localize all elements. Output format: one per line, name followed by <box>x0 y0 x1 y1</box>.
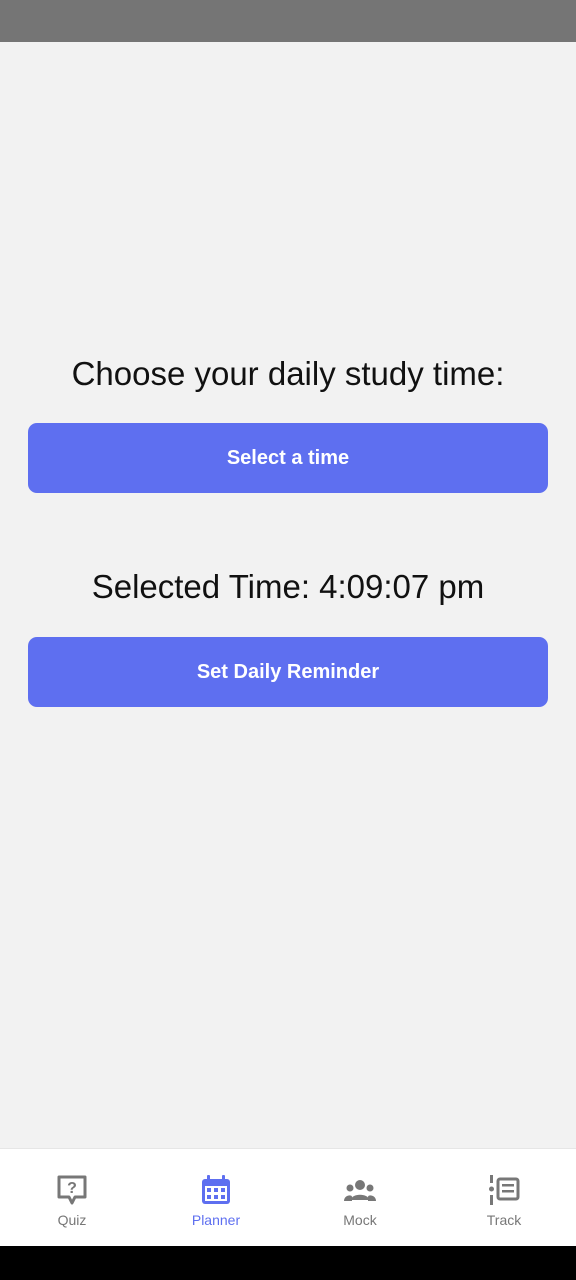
bottom-navigation: ? Quiz Planner Mock Track <box>0 1148 576 1246</box>
main-content: Choose your daily study time: Select a t… <box>0 42 576 1148</box>
quiz-icon: ? <box>57 1175 87 1205</box>
nav-item-quiz[interactable]: ? Quiz <box>0 1149 144 1247</box>
system-navigation-bar <box>0 1246 576 1280</box>
selected-time-label: Selected Time: 4:09:07 pm <box>91 568 485 605</box>
nav-label-mock: Mock <box>343 1212 377 1228</box>
nav-item-planner[interactable]: Planner <box>144 1149 288 1247</box>
nav-label-track: Track <box>486 1212 522 1228</box>
study-time-prompt: Choose your daily study time: <box>71 355 505 392</box>
nav-item-track[interactable]: Track <box>432 1149 576 1247</box>
set-reminder-button[interactable]: Set Daily Reminder <box>28 637 548 707</box>
group-icon <box>344 1180 376 1201</box>
svg-text:?: ? <box>67 1180 77 1197</box>
nav-item-mock[interactable]: Mock <box>288 1149 432 1247</box>
nav-label-quiz: Quiz <box>57 1212 87 1228</box>
select-time-button[interactable]: Select a time <box>28 423 548 493</box>
calendar-icon <box>202 1175 230 1204</box>
list-icon <box>489 1175 520 1205</box>
nav-label-planner: Planner <box>191 1212 241 1228</box>
status-bar <box>0 0 576 42</box>
